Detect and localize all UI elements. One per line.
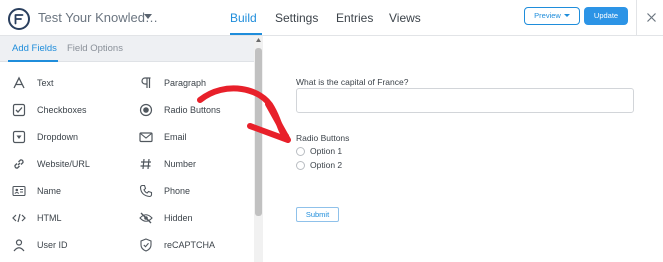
close-button[interactable] [636,0,663,36]
tab-add-fields[interactable]: Add Fields [12,43,57,54]
field-hidden[interactable]: Hidden [139,208,259,230]
radio-circle[interactable] [296,147,305,156]
tab-settings[interactable]: Settings [275,11,318,25]
close-icon [647,13,656,22]
radio-button-icon [139,103,153,117]
field-label: Hidden [164,213,193,223]
tab-entries[interactable]: Entries [336,11,373,25]
field-label: Radio Buttons [164,105,221,115]
submit-button[interactable]: Submit [296,207,339,222]
field-html[interactable]: HTML [12,208,132,230]
shield-check-icon [139,238,153,252]
top-bar: Test Your Knowled… Build Settings Entrie… [0,0,663,36]
preview-button[interactable]: Preview [524,7,580,25]
text-icon [12,76,26,90]
chevron-down-icon[interactable] [144,14,152,19]
field-label: User ID [37,240,68,250]
radio-option-label: Option 2 [310,160,343,170]
field-label: Text [37,78,54,88]
code-icon [12,211,26,225]
field-dropdown[interactable]: Dropdown [12,127,132,149]
field-radio-buttons[interactable]: Radio Buttons [139,100,259,122]
field-phone[interactable]: Phone [139,181,259,203]
hash-icon [139,157,153,171]
active-tab-indicator [230,33,262,35]
radio-field-label: Radio Buttons [296,133,350,143]
preview-button-label: Preview [534,11,561,20]
wpforms-logo-icon [8,8,30,30]
field-label: Paragraph [164,78,207,88]
form-preview: What is the capital of France? Radio But… [264,36,663,262]
tab-views[interactable]: Views [389,11,421,25]
field-label: Checkboxes [37,105,87,115]
field-email[interactable]: Email [139,127,259,149]
field-name[interactable]: Name [12,181,132,203]
field-number[interactable]: Number [139,154,259,176]
dropdown-icon [12,130,26,144]
tab-build[interactable]: Build [230,11,257,25]
field-recaptcha[interactable]: reCAPTCHA [139,235,259,257]
question-label: What is the capital of France? [296,77,409,87]
field-label: HTML [37,213,62,223]
caret-down-icon [563,14,570,17]
question-input[interactable] [296,88,634,113]
field-text[interactable]: Text [12,73,132,95]
field-label: Phone [164,186,191,196]
field-checkboxes[interactable]: Checkboxes [12,100,132,122]
checkbox-icon [12,103,26,117]
field-user-id[interactable]: User ID [12,235,132,257]
user-icon [12,238,26,252]
field-label: Name [37,186,62,196]
sidebar-tab-indicator [8,60,58,62]
field-label: Number [164,159,197,169]
paragraph-icon [139,76,153,90]
scroll-up-icon[interactable] [256,38,261,42]
update-button[interactable]: Update [584,7,628,25]
field-paragraph[interactable]: Paragraph [139,73,259,95]
email-icon [139,130,153,144]
eye-slash-icon [139,211,153,225]
field-website-url[interactable]: Website/URL [12,154,132,176]
sidebar-tabs: Add Fields Field Options [0,36,254,62]
radio-option-label: Option 1 [310,146,343,156]
field-label: reCAPTCHA [164,240,216,250]
name-card-icon [12,184,26,198]
field-label: Dropdown [37,132,79,142]
phone-icon [139,184,153,198]
radio-circle[interactable] [296,161,305,170]
field-label: Email [164,132,187,142]
field-label: Website/URL [37,159,90,169]
form-title[interactable]: Test Your Knowled… [38,10,158,25]
tab-field-options[interactable]: Field Options [67,43,123,54]
field-sidebar: Add Fields Field Options Text Checkboxes… [0,36,263,262]
link-icon [12,157,26,171]
